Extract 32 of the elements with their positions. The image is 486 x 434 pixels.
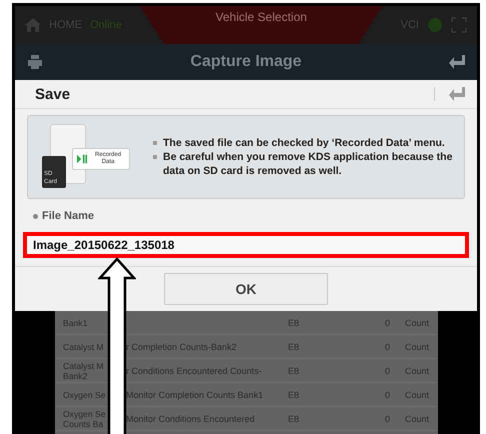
- vehicle-selection-tab[interactable]: Vehicle Selection: [140, 6, 383, 44]
- bullet-icon: [153, 155, 157, 159]
- table-cell-text: Catalyst M: [63, 342, 105, 352]
- fullscreen-icon[interactable]: [451, 17, 467, 33]
- table-cell-text: E8: [288, 414, 300, 424]
- table-cell-text: Monitor Conditions Encountered: [126, 414, 256, 424]
- return-icon[interactable]: [449, 55, 465, 69]
- table-cell-text: Monitor Completion Counts Bank1: [126, 390, 264, 400]
- table-cell-text: E8: [288, 318, 300, 328]
- file-name-label: File Name: [42, 210, 94, 222]
- table-cell-text: Count: [404, 342, 430, 352]
- play-pause-icon: [77, 154, 88, 164]
- table-cell-text: Count: [404, 390, 430, 400]
- table-cell-text: Catalyst M Bank2: [63, 360, 105, 380]
- table-cell-text: Count: [404, 318, 430, 328]
- table-cell-text: E8: [288, 342, 300, 352]
- screen-title: Capture Image: [189, 53, 303, 71]
- table-cell-text: Bank1: [63, 318, 88, 328]
- table-cell-text: Count: [404, 414, 430, 424]
- return-icon[interactable]: [434, 87, 465, 101]
- printer-icon[interactable]: [27, 54, 43, 70]
- table-cell-text: Count: [404, 366, 430, 376]
- bullet-icon: [33, 214, 38, 218]
- dialog-title: Save: [35, 86, 70, 102]
- bullet-icon: [153, 141, 157, 145]
- ok-button[interactable]: OK: [164, 273, 328, 305]
- file-name-field[interactable]: Image_20150622_135018: [23, 232, 469, 258]
- table-cell-text: E8: [288, 390, 300, 400]
- table-cell-text: E8: [288, 366, 300, 376]
- home-icon[interactable]: [25, 18, 41, 32]
- note-text: The saved file can be checked by ‘Recorded Data’ menu.: [163, 136, 445, 150]
- note-text: Be careful when you remove KDS application because the data on SD card is removed as well.: [163, 150, 454, 178]
